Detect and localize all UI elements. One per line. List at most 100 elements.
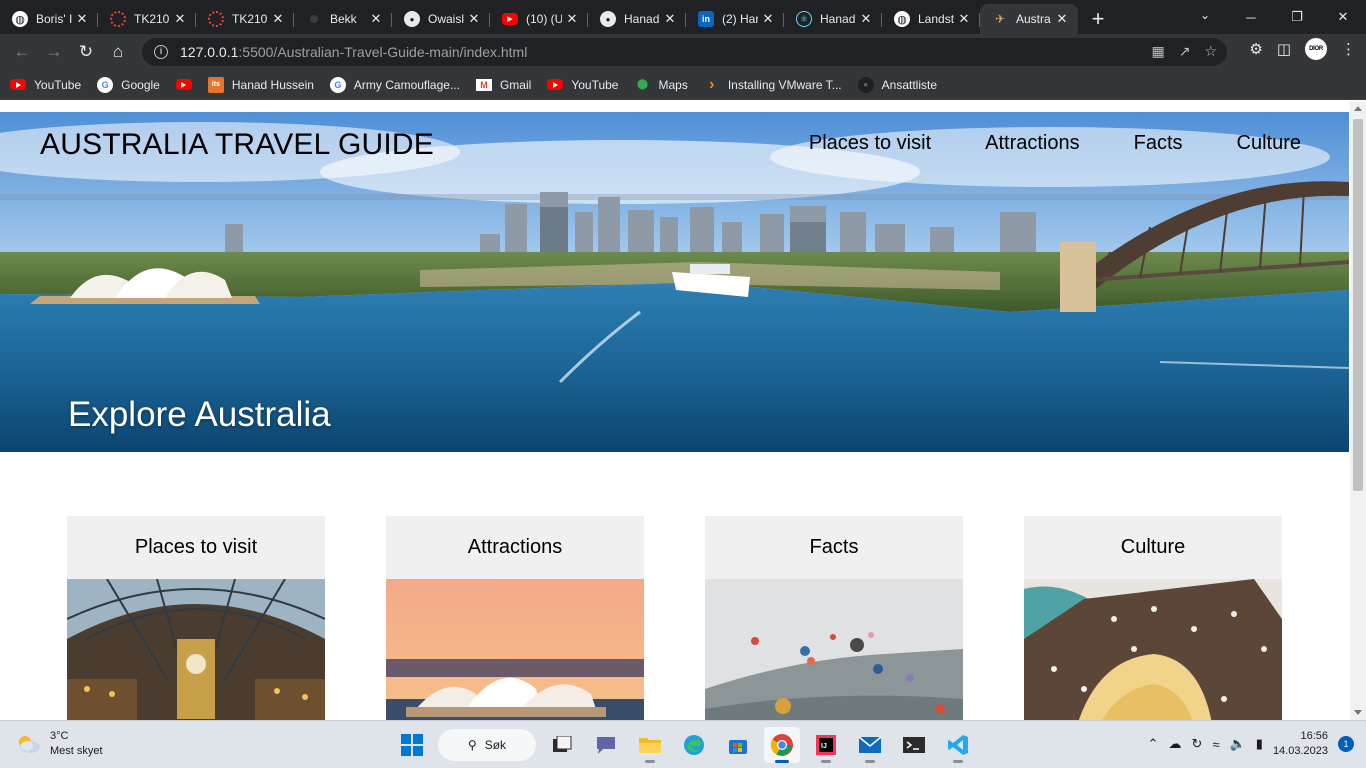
volume-icon[interactable]: 🔈 (1230, 736, 1246, 752)
browser-tab[interactable]: ▶ (10) (U ✕ (490, 4, 588, 34)
tab-title: (2) Har (722, 12, 758, 26)
chevron-up-icon[interactable]: ⌃ (1148, 736, 1159, 752)
scrollbar-thumb[interactable] (1353, 119, 1363, 491)
store-button[interactable] (720, 727, 756, 763)
restore-button[interactable]: ❐ (1274, 0, 1320, 34)
browser-tab[interactable]: in (2) Har ✕ (686, 4, 784, 34)
back-button[interactable]: ← (6, 36, 38, 68)
its-icon: its (207, 76, 224, 93)
nav-link-attractions[interactable]: Attractions (985, 132, 1079, 155)
bookmark-item[interactable]: ● Ansattliste (857, 76, 937, 93)
running-indicator (821, 760, 831, 763)
translate-icon[interactable]: ▦ (1151, 43, 1164, 60)
browser-tab[interactable]: Bekk ✕ (294, 4, 392, 34)
card-facts[interactable]: Facts (705, 516, 963, 720)
card-places[interactable]: Places to visit (67, 516, 325, 720)
browser-tab[interactable]: ◍ Landst ✕ (882, 4, 980, 34)
sync-icon[interactable]: ↻ (1192, 736, 1203, 752)
address-bar[interactable]: i 127.0.0.1:5500/Australian-Travel-Guide… (142, 38, 1227, 66)
url-text[interactable]: 127.0.0.1:5500/Australian-Travel-Guide-m… (180, 44, 527, 60)
tab-close-icon[interactable]: ✕ (270, 11, 286, 27)
tab-close-icon[interactable]: ✕ (760, 11, 776, 27)
vscode-icon (948, 735, 968, 755)
intellij-button[interactable]: IJ (808, 727, 844, 763)
file-explorer-button[interactable] (632, 727, 668, 763)
nav-link-culture[interactable]: Culture (1237, 132, 1301, 155)
forward-button[interactable]: → (38, 36, 70, 68)
browser-tab[interactable]: TK210(✕ (98, 4, 196, 34)
side-panel-icon[interactable]: ◫ (1277, 40, 1291, 58)
minimize-button[interactable]: ─ (1228, 0, 1274, 34)
nav-link-facts[interactable]: Facts (1134, 132, 1183, 155)
edge-icon (684, 735, 704, 755)
bookmark-item[interactable]: YouTube (547, 78, 618, 92)
tab-close-icon[interactable]: ✕ (956, 11, 972, 27)
new-tab-button[interactable]: + (1078, 4, 1118, 34)
task-view-button[interactable] (544, 727, 580, 763)
browser-tab[interactable]: TK210(✕ (196, 4, 294, 34)
weather-widget[interactable]: 3°C Mest skyet (16, 729, 103, 759)
bookmark-star-icon[interactable]: ☆ (1204, 43, 1217, 60)
bookmark-item[interactable]: › Installing VMware T... (704, 76, 842, 93)
taskbar-search[interactable]: ⚲ Søk (438, 729, 536, 761)
scroll-down-arrow[interactable] (1354, 710, 1362, 715)
clock[interactable]: 16:56 14.03.2023 (1273, 729, 1328, 759)
browser-tab[interactable]: ⚛ Hanad ✕ (784, 4, 882, 34)
tab-close-icon[interactable]: ✕ (564, 11, 580, 27)
bookmark-item[interactable] (175, 79, 200, 90)
intellij-icon: IJ (816, 735, 836, 755)
ansatt-icon: ● (857, 76, 874, 93)
home-button[interactable]: ⌂ (102, 36, 134, 68)
vscode-button[interactable] (940, 727, 976, 763)
chrome-button[interactable] (764, 727, 800, 763)
bookmark-item[interactable]: its Hanad Hussein (207, 76, 314, 93)
scroll-up-arrow[interactable] (1354, 106, 1362, 111)
bookmark-item[interactable]: G Google (97, 76, 160, 93)
browser-toolbar: ← → ↻ ⌂ i 127.0.0.1:5500/Australian-Trav… (0, 34, 1366, 70)
card-attractions[interactable]: Attractions (386, 516, 644, 720)
profile-avatar[interactable]: DIOR (1305, 38, 1327, 60)
menu-kebab-icon[interactable]: ⋮ (1341, 40, 1356, 58)
bookmark-item[interactable]: YouTube (10, 78, 81, 92)
browser-tab[interactable]: ● Owaisl ✕ (392, 4, 490, 34)
share-icon[interactable]: ↗ (1179, 43, 1191, 60)
card-culture[interactable]: Culture (1024, 516, 1282, 720)
tab-close-icon[interactable]: ✕ (662, 11, 678, 27)
browser-tab[interactable]: ● Hanad ✕ (588, 4, 686, 34)
ring-icon (208, 11, 224, 27)
card-title: Culture (1120, 535, 1186, 558)
mail-button[interactable] (852, 727, 888, 763)
battery-icon[interactable]: ▮ (1256, 736, 1263, 752)
tab-close-icon[interactable]: ✕ (368, 11, 384, 27)
browser-tab[interactable]: ✈ Austra ✕ (980, 4, 1078, 34)
tab-close-icon[interactable]: ✕ (74, 11, 90, 27)
site-info-icon[interactable]: i (154, 45, 168, 59)
bookmark-item[interactable]: ⬤ Maps (634, 77, 688, 93)
tab-title: Austra (1016, 12, 1051, 26)
tab-list: ◍ Boris' I ✕ TK210(✕ TK210(✕ Bekk ✕ ● Owaisl ✕ ▶ (1… (0, 4, 1078, 34)
site-title[interactable]: AUSTRALIA TRAVEL GUIDE (40, 128, 434, 162)
page-scrollbar[interactable] (1350, 101, 1366, 720)
edge-button[interactable] (676, 727, 712, 763)
reload-button[interactable]: ↻ (70, 36, 102, 68)
terminal-button[interactable] (896, 727, 932, 763)
extensions-icon[interactable]: ⚙ (1249, 40, 1262, 58)
nav-link-places[interactable]: Places to visit (809, 132, 931, 155)
bookmark-item[interactable]: M Gmail (475, 78, 531, 92)
wifi-icon[interactable]: ≈ (1212, 737, 1219, 752)
browser-tab[interactable]: ◍ Boris' I ✕ (0, 4, 98, 34)
start-button[interactable] (394, 727, 430, 763)
tab-close-icon[interactable]: ✕ (858, 11, 874, 27)
running-indicator (645, 760, 655, 763)
url-path: :5500/Australian-Travel-Guide-main/index… (238, 44, 528, 60)
lamington-image (1024, 579, 1282, 720)
tab-close-icon[interactable]: ✕ (466, 11, 482, 27)
tab-close-icon[interactable]: ✕ (172, 11, 188, 27)
onedrive-icon[interactable]: ☁ (1169, 736, 1182, 752)
tab-search-icon[interactable]: ⌄ (1190, 0, 1220, 30)
close-window-button[interactable]: ✕ (1320, 0, 1366, 34)
notification-badge[interactable]: 1 (1338, 736, 1354, 752)
bookmark-item[interactable]: G Army Camouflage... (329, 76, 460, 93)
teams-chat-button[interactable] (588, 727, 624, 763)
tab-close-icon[interactable]: ✕ (1054, 11, 1070, 27)
